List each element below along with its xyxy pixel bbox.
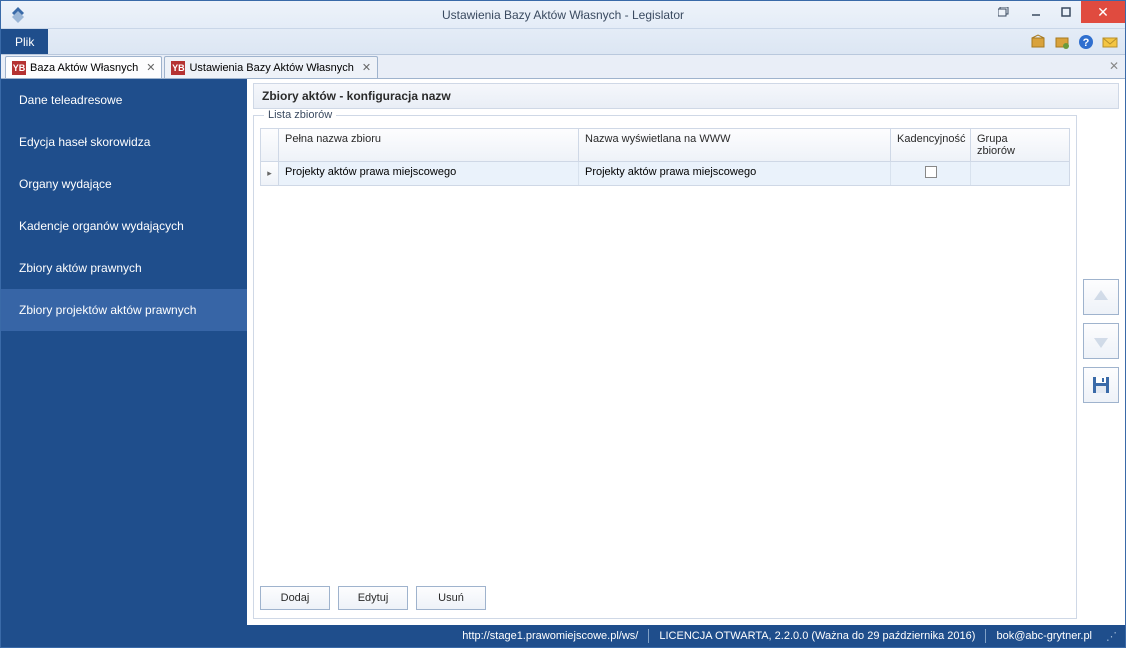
help-icon[interactable]: ?	[1077, 33, 1095, 51]
sidebar-item-edycja-hasel[interactable]: Edycja haseł skorowidza	[1, 121, 247, 163]
status-separator	[985, 629, 986, 643]
row-indicator-icon: ▸	[261, 162, 279, 185]
sidebar-item-kadencje[interactable]: Kadencje organów wydających	[1, 205, 247, 247]
menubar: Plik ?	[1, 29, 1125, 55]
column-header-full-name[interactable]: Pełna nazwa zbioru	[279, 129, 579, 161]
cadence-checkbox[interactable]	[925, 166, 937, 178]
fieldset-lista-zbiorow: Lista zbiorów Pełna nazwa zbioru Nazwa w…	[253, 115, 1077, 619]
status-email: bok@abc-grytner.pl	[996, 630, 1092, 642]
resize-grip-icon[interactable]: ⋰	[1106, 630, 1117, 643]
status-url: http://stage1.prawomiejscowe.pl/ws/	[462, 630, 638, 642]
sidebar-item-dane-teleadresowe[interactable]: Dane teleadresowe	[1, 79, 247, 121]
grid: Pełna nazwa zbioru Nazwa wyświetlana na …	[260, 128, 1070, 186]
move-down-button[interactable]	[1083, 323, 1119, 359]
svg-text:?: ?	[1083, 37, 1090, 49]
status-separator	[648, 629, 649, 643]
tab-label: Ustawienia Bazy Aktów Własnych	[189, 62, 353, 74]
statusbar: http://stage1.prawomiejscowe.pl/ws/ LICE…	[1, 625, 1125, 647]
grid-header: Pełna nazwa zbioru Nazwa wyświetlana na …	[261, 129, 1069, 162]
restore-down-icon[interactable]	[989, 1, 1019, 23]
sidebar-item-zbiory-projektow[interactable]: Zbiory projektów aktów prawnych	[1, 289, 247, 331]
menu-file[interactable]: Plik	[1, 29, 48, 54]
fieldset-legend: Lista zbiorów	[264, 109, 336, 121]
delete-button[interactable]: Usuń	[416, 586, 486, 610]
window-title: Ustawienia Bazy Aktów Własnych - Legisla…	[442, 8, 684, 22]
tab-label: Baza Aktów Własnych	[30, 62, 138, 74]
toolbar-icon-1[interactable]	[1029, 33, 1047, 51]
tab-baza-aktow[interactable]: YB Baza Aktów Własnych ✕	[5, 56, 162, 78]
sidebar-item-zbiory-aktow[interactable]: Zbiory aktów prawnych	[1, 247, 247, 289]
tab-ustawienia[interactable]: YB Ustawienia Bazy Aktów Własnych ✕	[164, 56, 378, 78]
maximize-button[interactable]	[1051, 1, 1081, 23]
tab-close-icon[interactable]: ✕	[146, 61, 155, 74]
close-button[interactable]: ✕	[1081, 1, 1125, 23]
column-header-www-name[interactable]: Nazwa wyświetlana na WWW	[579, 129, 891, 161]
titlebar: Ustawienia Bazy Aktów Własnych - Legisla…	[1, 1, 1125, 29]
cell-cadence	[891, 162, 971, 185]
cell-full-name: Projekty aktów prawa miejscowego	[279, 162, 579, 185]
cell-www-name: Projekty aktów prawa miejscowego	[579, 162, 891, 185]
mail-icon[interactable]	[1101, 33, 1119, 51]
minimize-button[interactable]	[1021, 1, 1051, 23]
tab-badge-icon: YB	[171, 61, 185, 75]
tab-close-icon[interactable]: ✕	[362, 61, 371, 74]
edit-button[interactable]: Edytuj	[338, 586, 408, 610]
sidebar: Dane teleadresowe Edycja haseł skorowidz…	[1, 79, 247, 625]
sidebar-item-organy-wydajace[interactable]: Organy wydające	[1, 163, 247, 205]
document-tabbar: YB Baza Aktów Własnych ✕ YB Ustawienia B…	[1, 55, 1125, 79]
cell-group	[971, 162, 1053, 185]
toolbar-icon-2[interactable]	[1053, 33, 1071, 51]
column-header-group[interactable]: Grupa zbiorów	[971, 129, 1053, 161]
column-header-cadence[interactable]: Kadencyjność	[891, 129, 971, 161]
table-row[interactable]: ▸ Projekty aktów prawa miejscowego Proje…	[261, 162, 1069, 185]
tab-badge-icon: YB	[12, 61, 26, 75]
section-header: Zbiory aktów - konfiguracja nazw	[253, 83, 1119, 109]
add-button[interactable]: Dodaj	[260, 586, 330, 610]
save-button[interactable]	[1083, 367, 1119, 403]
status-license: LICENCJA OTWARTA, 2.2.0.0 (Ważna do 29 p…	[659, 630, 975, 642]
move-up-button[interactable]	[1083, 279, 1119, 315]
app-logo-icon	[9, 6, 27, 24]
row-indicator-header	[261, 129, 279, 161]
tabs-overflow-close-icon[interactable]: ✕	[1109, 59, 1119, 73]
